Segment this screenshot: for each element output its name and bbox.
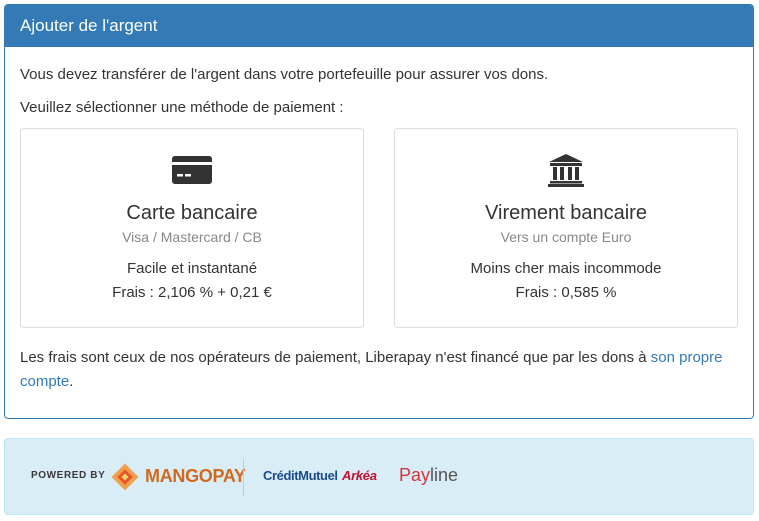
mangopay-logo-icon bbox=[111, 463, 139, 491]
select-method-prompt: Veuillez sélectionner une méthode de pai… bbox=[20, 99, 344, 116]
powered-by-label: POWERED BY bbox=[31, 470, 106, 481]
payline-logo: Payline bbox=[399, 465, 458, 486]
card-option-subtitle: Visa / Mastercard / CB bbox=[122, 229, 262, 245]
card-option-title: Carte bancaire bbox=[126, 202, 258, 224]
payline-line-text: line bbox=[430, 465, 459, 485]
fees-note-text: Les frais sont ceux de nos opérateurs de… bbox=[20, 349, 651, 366]
card-option-description: Facile et instantané bbox=[126, 260, 258, 277]
credit-card-icon bbox=[21, 153, 363, 187]
payline-pay-text: Pay bbox=[399, 465, 431, 485]
bank-icon bbox=[395, 153, 737, 187]
fees-note: Les frais sont ceux de nos opérateurs de… bbox=[20, 346, 730, 394]
arkea-logo-text: Arkéa bbox=[342, 468, 377, 483]
mangopay-logo-text: MANGOPAY bbox=[145, 466, 246, 486]
add-money-panel: Ajouter de l'argent Vous devez transfére… bbox=[4, 4, 754, 419]
bank-option-fees: Frais : 0,585 % bbox=[515, 284, 617, 301]
providers-divider bbox=[243, 459, 244, 496]
intro-text: Vous devez transférer de l'argent dans v… bbox=[20, 66, 549, 83]
card-payment-option[interactable]: Carte bancaire Visa / Mastercard / CB Fa… bbox=[20, 128, 364, 328]
card-option-fees: Frais : 2,106 % + 0,21 € bbox=[112, 284, 272, 301]
credit-mutuel-logo-text: CréditMutuel bbox=[263, 468, 338, 483]
bank-option-subtitle: Vers un compte Euro bbox=[500, 229, 632, 245]
bank-option-description: Moins cher mais incommode bbox=[470, 260, 662, 277]
panel-title: Ajouter de l'argent bbox=[5, 5, 753, 47]
fees-note-end: . bbox=[69, 373, 74, 390]
bank-transfer-option[interactable]: Virement bancaire Vers un compte Euro Mo… bbox=[394, 128, 738, 328]
payment-providers-banner: POWERED BY MANGOPAY CréditMutuel Arkéa P… bbox=[4, 438, 754, 515]
bank-option-title: Virement bancaire bbox=[485, 202, 647, 224]
